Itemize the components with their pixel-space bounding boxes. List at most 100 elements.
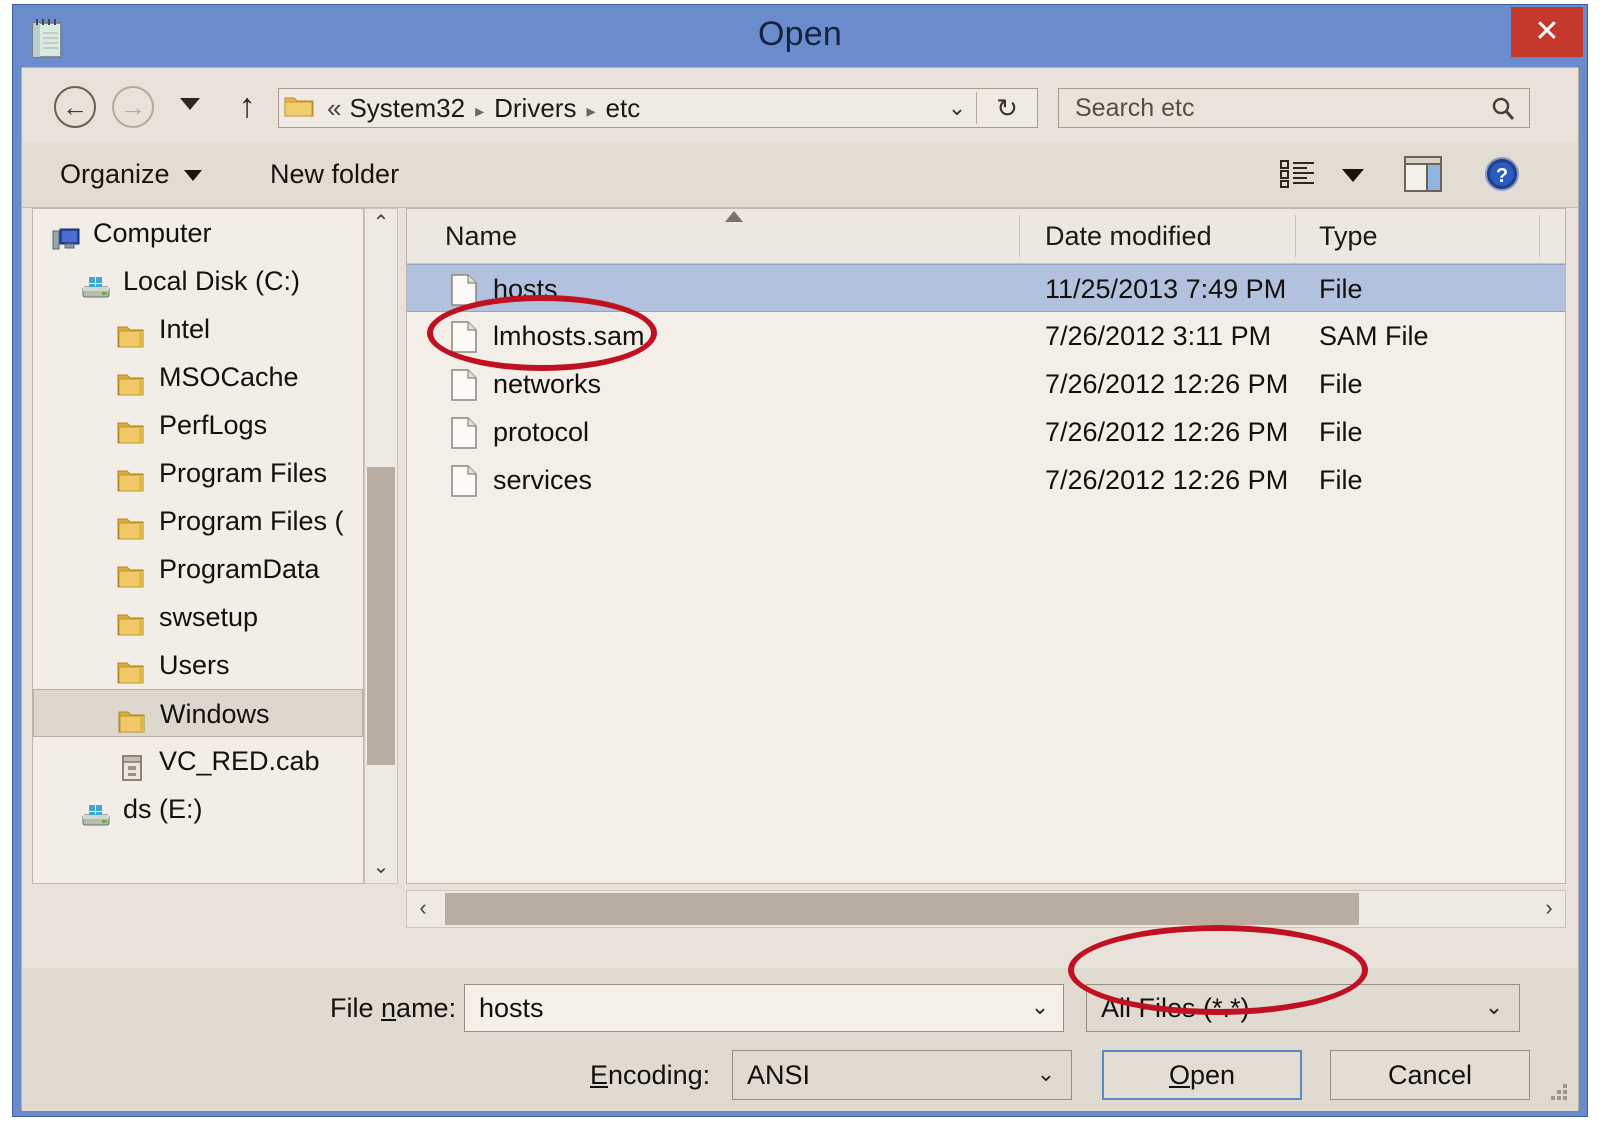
- scrollbar-thumb[interactable]: [367, 467, 395, 765]
- tree-item-perflogs[interactable]: PerfLogs: [33, 401, 363, 449]
- up-one-level-button[interactable]: ↑: [230, 86, 264, 128]
- organize-menu-button[interactable]: Organize: [60, 152, 202, 196]
- tree-item-users[interactable]: Users: [33, 641, 363, 689]
- tree-item-label: Program Files (: [159, 506, 344, 536]
- drive-icon: [81, 268, 111, 298]
- tree-item-msocache[interactable]: MSOCache: [33, 353, 363, 401]
- open-button[interactable]: Open: [1102, 1050, 1302, 1100]
- refresh-icon[interactable]: ↻: [991, 95, 1023, 123]
- sidebar-vertical-scrollbar[interactable]: ⌃ ⌄: [364, 208, 398, 884]
- drive-icon: [81, 796, 111, 826]
- scroll-down-button[interactable]: ⌄: [365, 853, 397, 883]
- folder-icon: [117, 460, 147, 492]
- file-list-horizontal-scrollbar[interactable]: ‹ ›: [406, 890, 1566, 928]
- table-row[interactable]: services 7/26/2012 12:26 PM File: [407, 456, 1565, 504]
- encoding-combo[interactable]: ANSI ⌄: [732, 1050, 1072, 1100]
- file-rows-container: hosts 11/25/2013 7:49 PM File lmhosts.sam 7/…: [407, 264, 1565, 504]
- scroll-up-button[interactable]: ⌃: [365, 209, 397, 239]
- chevron-down-icon: [183, 170, 202, 182]
- tree-item-local-disk-c[interactable]: Local Disk (C:): [33, 257, 363, 305]
- chevron-down-icon[interactable]: ⌄: [1027, 996, 1053, 1019]
- column-header-type[interactable]: Type: [1319, 209, 1378, 263]
- table-row[interactable]: networks 7/26/2012 12:26 PM File: [407, 360, 1565, 408]
- file-icon: [451, 417, 477, 449]
- column-header-date-modified[interactable]: Date modified: [1045, 209, 1212, 263]
- folder-icon: [117, 412, 147, 444]
- tree-item-label: PerfLogs: [159, 410, 268, 440]
- table-row[interactable]: lmhosts.sam 7/26/2012 3:11 PM SAM File: [407, 312, 1565, 360]
- divider: [976, 92, 977, 124]
- file-type-value: All Files (*.*): [1101, 993, 1250, 1023]
- tree-item-ds-e[interactable]: ds (E:): [33, 785, 363, 833]
- file-name-cell: lmhosts.sam: [493, 321, 645, 351]
- tree-item-intel[interactable]: Intel: [33, 305, 363, 353]
- breadcrumb-separator: ▸: [475, 101, 485, 121]
- chevron-down-icon[interactable]: ⌄: [943, 97, 971, 120]
- breadcrumb-item-etc[interactable]: etc: [606, 93, 641, 123]
- preview-pane-icon[interactable]: [1404, 156, 1442, 192]
- view-options-icon[interactable]: [1280, 159, 1316, 189]
- file-name-cell: protocol: [493, 417, 590, 447]
- folder-icon: [118, 701, 148, 733]
- recent-locations-dropdown-icon[interactable]: [180, 98, 200, 110]
- search-input[interactable]: Search etc: [1075, 89, 1195, 127]
- file-list-header: Name Date modified Type: [407, 209, 1565, 264]
- chevron-down-icon[interactable]: ⌄: [1033, 1063, 1059, 1086]
- file-type-cell: SAM File: [1319, 321, 1429, 351]
- toolbar: Organize New folder ?: [22, 142, 1578, 208]
- search-box[interactable]: Search etc: [1058, 88, 1530, 128]
- forward-button[interactable]: →: [112, 86, 154, 128]
- tree-item-windows[interactable]: Windows: [33, 689, 363, 737]
- file-type-cell: File: [1319, 274, 1363, 304]
- file-type-combo[interactable]: All Files (*.*) ⌄: [1086, 984, 1520, 1032]
- address-bar[interactable]: « System32 ▸ Drivers ▸ etc ⌄ ↻: [278, 88, 1038, 128]
- tree-item-vc-red-cab[interactable]: VC_RED.cab: [33, 737, 363, 785]
- file-date-cell: 7/26/2012 12:26 PM: [1045, 465, 1289, 495]
- column-divider[interactable]: [1295, 215, 1296, 257]
- encoding-label-accel: E: [590, 1060, 609, 1090]
- dialog-footer: File name: hosts ⌄ All Files (*.*) ⌄ Enc…: [22, 968, 1578, 1111]
- file-name-value[interactable]: hosts: [479, 985, 544, 1031]
- column-divider[interactable]: [1539, 215, 1540, 257]
- tree-item-swsetup[interactable]: swsetup: [33, 593, 363, 641]
- table-row[interactable]: protocol 7/26/2012 12:26 PM File: [407, 408, 1565, 456]
- folder-icon: [117, 604, 147, 636]
- tree-item-program-files[interactable]: Program Files (: [33, 497, 363, 545]
- column-header-name[interactable]: Name: [445, 209, 517, 263]
- tree-item-program-files[interactable]: Program Files: [33, 449, 363, 497]
- back-button[interactable]: ←: [54, 86, 96, 128]
- organize-label: Organize: [60, 159, 170, 189]
- column-divider[interactable]: [1019, 215, 1020, 257]
- tree-item-label: MSOCache: [159, 362, 299, 392]
- file-name-label-pre: File: [330, 993, 382, 1023]
- view-options-chevron-down-icon[interactable]: [1342, 169, 1364, 182]
- resize-grip[interactable]: [1546, 1081, 1570, 1105]
- breadcrumb-item-system32[interactable]: System32: [349, 93, 465, 123]
- file-name-cell: hosts: [493, 274, 558, 304]
- search-icon[interactable]: [1489, 95, 1517, 123]
- file-name-input[interactable]: hosts ⌄: [464, 984, 1064, 1032]
- new-folder-button[interactable]: New folder: [270, 152, 399, 196]
- table-row[interactable]: hosts 11/25/2013 7:49 PM File: [407, 264, 1565, 312]
- breadcrumb-overflow-chevron[interactable]: «: [327, 93, 341, 123]
- close-button[interactable]: ✕: [1511, 7, 1583, 57]
- tree-item-label: Windows: [160, 699, 270, 729]
- tree-item-computer[interactable]: Computer: [33, 209, 363, 257]
- breadcrumb[interactable]: « System32 ▸ Drivers ▸ etc: [327, 89, 640, 127]
- tree-item-label: ProgramData: [159, 554, 320, 584]
- cab-file-icon: [117, 748, 147, 781]
- file-date-cell: 7/26/2012 12:26 PM: [1045, 417, 1289, 447]
- cancel-button[interactable]: Cancel: [1330, 1050, 1530, 1100]
- open-dialog-window: Open ✕ ← → ↑ « System32 ▸ Drivers ▸ etc ⌄: [12, 4, 1588, 1117]
- breadcrumb-item-drivers[interactable]: Drivers: [494, 93, 576, 123]
- navigation-tree[interactable]: Computer Local Disk (C:) Intel MSOCache Perf…: [32, 208, 364, 884]
- file-icon: [451, 369, 477, 401]
- chevron-down-icon[interactable]: ⌄: [1481, 996, 1507, 1019]
- scrollbar-thumb[interactable]: [445, 893, 1359, 925]
- scroll-right-button[interactable]: ›: [1533, 891, 1565, 927]
- tree-item-label: VC_RED.cab: [159, 746, 320, 776]
- tree-item-label: Computer: [93, 218, 212, 248]
- help-icon[interactable]: ?: [1484, 156, 1520, 192]
- scroll-left-button[interactable]: ‹: [407, 891, 439, 927]
- tree-item-programdata[interactable]: ProgramData: [33, 545, 363, 593]
